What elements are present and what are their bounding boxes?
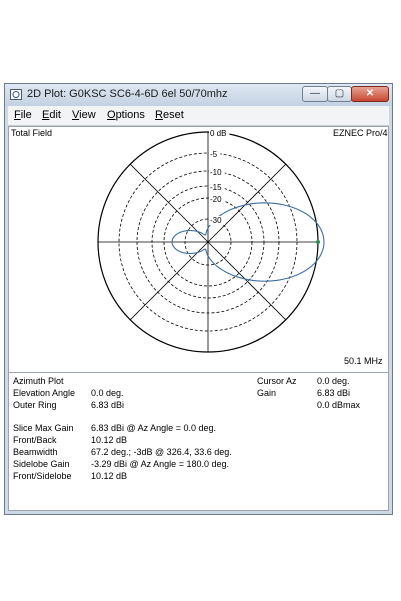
front-back-value: 10.12 dB <box>91 435 128 445</box>
ring-label: 0 dB <box>210 129 226 138</box>
outer-ring-value: 6.83 dBi <box>91 400 125 410</box>
azimuth-plot-label: Azimuth Plot <box>13 376 64 386</box>
grid-spoke <box>129 163 209 243</box>
field-label: Total Field <box>11 128 53 138</box>
menu-options[interactable]: Options <box>107 109 145 121</box>
menu-bar: File Edit View Options Reset <box>8 106 389 126</box>
elevation-angle-value: 0.0 deg. <box>91 388 124 398</box>
ring-labels: 0 dB -5 -10 -15 -20 -30 <box>209 129 230 225</box>
close-button[interactable]: ✕ <box>351 86 389 102</box>
outer-ring-label: Outer Ring <box>13 400 57 410</box>
beamwidth-label: Beamwidth <box>13 447 58 457</box>
gain-value: 6.83 dBi <box>317 388 351 398</box>
cursor-az-label: Cursor Az <box>257 376 297 386</box>
menu-file[interactable]: File <box>14 109 32 121</box>
plot-window: 2D Plot: G0KSC SC6-4-6D 6el 50/70mhz — ▢… <box>4 83 393 515</box>
menu-edit[interactable]: Edit <box>42 109 61 121</box>
gain-label: Gain <box>257 388 277 398</box>
beamwidth-value: 67.2 deg.; -3dB @ 326.4, 33.6 deg. <box>91 447 232 457</box>
polar-grid <box>97 131 320 353</box>
slice-max-gain-value: 6.83 dBi @ Az Angle = 0.0 deg. <box>91 423 216 433</box>
front-back-label: Front/Back <box>13 435 57 445</box>
menu-view[interactable]: View <box>72 109 96 121</box>
menu-reset[interactable]: Reset <box>155 109 184 121</box>
plot-app-icon <box>10 89 22 100</box>
sidelobe-gain-label: Sidelobe Gain <box>13 459 70 469</box>
ring-label: -20 <box>210 195 222 204</box>
front-sidelobe-value: 10.12 dB <box>91 471 128 481</box>
slice-max-gain-label: Slice Max Gain <box>13 423 74 433</box>
sidelobe-gain-value: -3.29 dBi @ Az Angle = 180.0 deg. <box>91 459 229 469</box>
cursor-marker <box>316 240 320 244</box>
maximize-button[interactable]: ▢ <box>327 86 352 102</box>
plot-info-panel: Azimuth Plot Elevation Angle 0.0 deg. Ou… <box>9 373 388 510</box>
ring-label: -30 <box>210 216 222 225</box>
cursor-az-value: 0.0 deg. <box>317 376 350 386</box>
ring-label: -15 <box>210 183 222 192</box>
minimize-button[interactable]: — <box>302 86 328 102</box>
gain-max-value: 0.0 dBmax <box>317 400 361 410</box>
title-bar[interactable]: 2D Plot: G0KSC SC6-4-6D 6el 50/70mhz — ▢… <box>5 84 392 106</box>
front-sidelobe-label: Front/Sidelobe <box>13 471 72 481</box>
grid-spoke <box>129 241 209 321</box>
window-title: 2D Plot: G0KSC SC6-4-6D 6el 50/70mhz <box>27 88 228 100</box>
polar-plot-area[interactable]: 0 dB -5 -10 -15 -20 -30 Total Field EZNEC Pro… <box>9 127 388 373</box>
ring-label: -5 <box>210 150 218 159</box>
plot-client-area: 0 dB -5 -10 -15 -20 -30 Total Field EZNEC Pro… <box>8 126 389 511</box>
frequency-label: 50.1 MHz <box>344 356 383 366</box>
elevation-angle-label: Elevation Angle <box>13 388 76 398</box>
ring-label: -10 <box>210 168 222 177</box>
polar-plot[interactable]: 0 dB -5 -10 -15 -20 -30 <box>9 127 388 372</box>
program-label: EZNEC Pro/4 <box>333 128 388 138</box>
